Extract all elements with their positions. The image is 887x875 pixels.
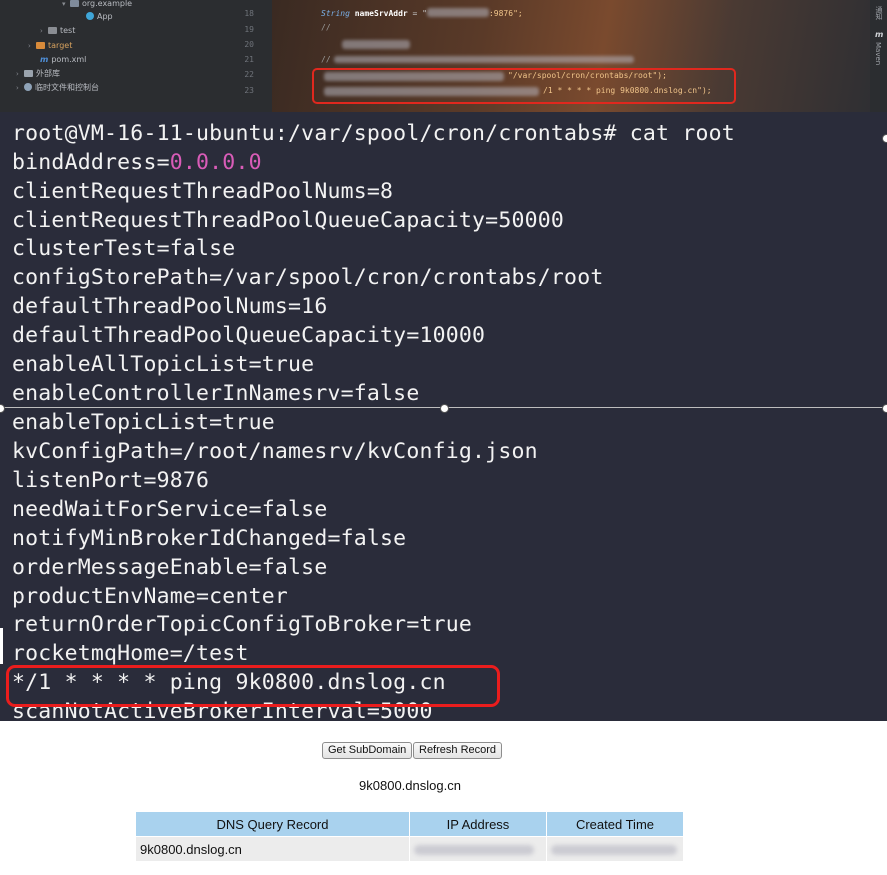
terminal-line: enableTopicList=true: [12, 410, 275, 435]
line-number: 22: [244, 70, 254, 79]
terminal-line: enableAllTopicList=true: [12, 352, 315, 377]
get-subdomain-button[interactable]: Get SubDomain: [322, 742, 413, 759]
tree-item-pom[interactable]: m pom.xml: [40, 53, 86, 67]
maven-icon: m: [875, 30, 884, 39]
folder-icon: [48, 27, 57, 34]
column-header-time: Created Time: [547, 812, 683, 836]
resize-handle[interactable]: [0, 404, 5, 413]
terminal-output: root@VM-16-11-ubuntu:/var/spool/cron/cro…: [0, 112, 887, 721]
chevron-right-icon: ›: [28, 42, 31, 50]
resize-handle[interactable]: [440, 404, 449, 413]
tree-item-test[interactable]: › test: [40, 24, 75, 38]
terminal-line: clientRequestThreadPoolQueueCapacity=500…: [12, 208, 565, 233]
terminal-line: needWaitForService=false: [12, 497, 328, 522]
terminal-prompt: root@VM-16-11-ubuntu:/var/spool/cron/cro…: [12, 121, 735, 146]
tree-item-scratches[interactable]: › 临时文件和控制台: [16, 81, 99, 95]
terminal-line: notifyMinBrokerIdChanged=false: [12, 526, 407, 551]
code-line-18: String nameSrvAddr = ":9876";: [321, 8, 523, 18]
code-line-19: //: [321, 23, 331, 32]
code-line-21: //: [321, 55, 331, 64]
chevron-right-icon: ›: [40, 27, 43, 35]
time-cell: [547, 837, 683, 861]
line-number: 20: [244, 40, 254, 49]
redacted-ip: [414, 845, 534, 856]
subdomain-display: 9k0800.dnslog.cn: [359, 778, 461, 793]
terminal-line: clusterTest=false: [12, 236, 236, 261]
highlight-box: [6, 665, 500, 707]
table-header-row: DNS Query Record IP Address Created Time: [136, 812, 683, 836]
line-number: 19: [244, 25, 254, 34]
library-icon: [24, 70, 33, 77]
terminal-line: orderMessageEnable=false: [12, 555, 328, 580]
redacted-time: [551, 845, 677, 856]
project-tree: ▾ org.example App › test › target m pom.xml …: [0, 0, 232, 112]
maven-file-icon: m: [40, 55, 49, 64]
line-number: 23: [244, 86, 254, 95]
code-editor[interactable]: String nameSrvAddr = ":9876"; // // "/va…: [272, 0, 870, 112]
terminal-line: returnOrderTopicConfigToBroker=true: [12, 612, 473, 637]
package-icon: [70, 0, 79, 7]
notifications-tab[interactable]: 通知: [874, 6, 884, 20]
ide-window: ▾ org.example App › test › target m pom.xml …: [0, 0, 887, 112]
terminal-line: rocketmqHome=/test: [12, 641, 249, 666]
line-number: 21: [244, 55, 254, 64]
resize-handle[interactable]: [882, 404, 887, 413]
scratch-icon: [24, 83, 32, 91]
tree-item-app[interactable]: App: [86, 10, 113, 24]
dnslog-page: Get SubDomain Refresh Record 9k0800.dnsl…: [0, 721, 887, 875]
highlight-box: [312, 68, 736, 104]
tree-item-external-libs[interactable]: › 外部库: [16, 67, 60, 81]
resize-handle[interactable]: [882, 134, 887, 143]
line-number-gutter: 18 19 20 21 22 23: [232, 0, 272, 112]
terminal-line: clientRequestThreadPoolNums=8: [12, 179, 394, 204]
terminal-line: defaultThreadPoolNums=16: [12, 294, 328, 319]
terminal-line: enableControllerInNamesrv=false: [12, 381, 420, 406]
redacted-host: [426, 8, 489, 17]
edge-marker: [0, 628, 3, 664]
terminal-line: defaultThreadPoolQueueCapacity=10000: [12, 323, 486, 348]
tree-item-target[interactable]: › target: [28, 39, 72, 53]
chevron-right-icon: ›: [16, 70, 19, 78]
terminal-line: kvConfigPath=/root/namesrv/kvConfig.json: [12, 439, 538, 464]
terminal-line: listenPort=9876: [12, 468, 210, 493]
dns-record-table: DNS Query Record IP Address Created Time…: [135, 811, 684, 862]
class-icon: [86, 12, 94, 20]
chevron-right-icon: ›: [16, 84, 19, 92]
maven-tab[interactable]: Maven: [874, 42, 882, 65]
terminal-line: configStorePath=/var/spool/cron/crontabs…: [12, 265, 604, 290]
refresh-record-button[interactable]: Refresh Record: [413, 742, 503, 759]
column-header-record: DNS Query Record: [136, 812, 409, 836]
folder-icon: [36, 42, 45, 49]
chevron-down-icon: ▾: [62, 0, 66, 8]
tool-window-strip: 通知 m Maven: [870, 0, 887, 112]
table-row: 9k0800.dnslog.cn: [136, 837, 683, 861]
ip-cell: [410, 837, 546, 861]
redacted-code: [334, 56, 634, 63]
column-header-ip: IP Address: [410, 812, 546, 836]
redacted-code: [342, 40, 410, 49]
line-number: 18: [244, 9, 254, 18]
terminal-line: productEnvName=center: [12, 584, 289, 609]
terminal-line: bindAddress=0.0.0.0: [12, 150, 262, 175]
record-cell: 9k0800.dnslog.cn: [136, 837, 409, 861]
